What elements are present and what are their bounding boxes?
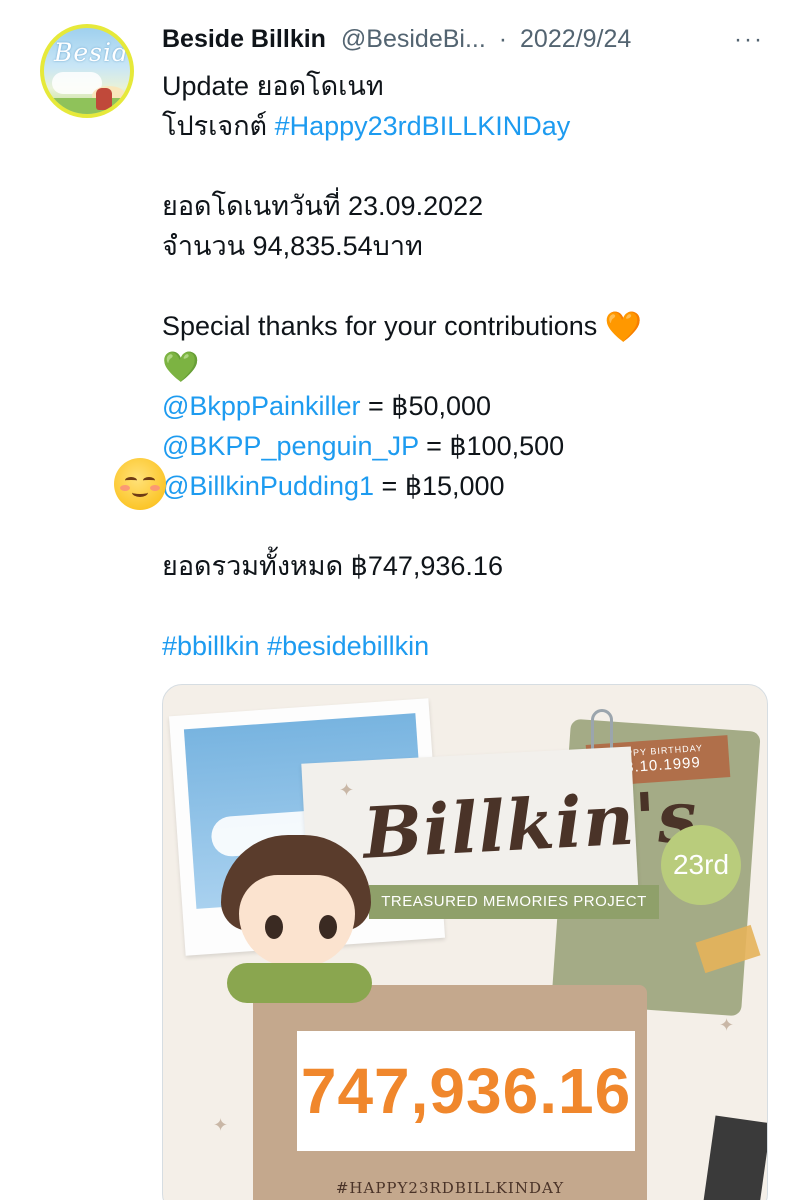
age-tag: 23rd <box>661 825 741 905</box>
mention-link[interactable]: @BillkinPudding1 <box>162 471 374 501</box>
mention-link[interactable]: @BKPP_penguin_JP <box>162 431 419 461</box>
chibi-eye <box>319 915 337 939</box>
smiley-mouth <box>132 488 148 497</box>
avatar-figure <box>96 88 112 110</box>
contribution-amount: = ฿15,000 <box>374 471 505 501</box>
user-handle[interactable]: @BesideBi... <box>341 24 486 54</box>
avatar-logo-text: Beside <box>54 38 130 67</box>
contributor-line: @BKPP_penguin_JP = ฿100,500 <box>162 426 762 466</box>
poster-total-amount: 747,936.16 <box>300 1055 632 1127</box>
hashtag-link-happy23rd[interactable]: #Happy23rdBILLKINDay <box>275 111 571 141</box>
smiley-eye <box>143 477 155 484</box>
more-icon[interactable]: ··· <box>734 26 764 54</box>
chibi-eye <box>265 915 283 939</box>
orange-heart-icon: 🧡 <box>604 309 643 345</box>
film-strip <box>703 1115 767 1200</box>
contributor-line: @BkppPainkiller = ฿50,000 <box>162 386 762 426</box>
sparkle-icon: ✦ <box>719 1015 735 1035</box>
header-separator: · <box>498 25 508 53</box>
tweet-line-thanks: Special thanks for your contributions 🧡 <box>162 306 762 346</box>
tweet-line-total: ยอดรวมทั้งหมด ฿747,936.16 <box>162 551 503 581</box>
avatar-grass <box>44 98 130 114</box>
tweet-line-donation-amount: จำนวน 94,835.54บาท <box>162 231 423 261</box>
smiley-eye <box>125 477 137 484</box>
chibi-face <box>239 875 355 967</box>
sparkle-icon: ✦ <box>339 780 355 800</box>
contribution-amount: = ฿50,000 <box>360 391 492 421</box>
tweet-line-update: Update ยอดโดเนท <box>162 71 384 101</box>
sparkle-icon: ✦ <box>213 1115 229 1135</box>
tweet-line-donation-date: ยอดโดเนทวันที่ 23.09.2022 <box>162 191 484 221</box>
tweet-line-project: โปรเจกต์ #Happy23rdBILLKINDay <box>162 106 762 146</box>
chibi-arms <box>227 963 372 1003</box>
smiley-cheek <box>120 485 130 491</box>
chibi-character <box>217 835 377 1010</box>
poster-hashtag: #HAPPY23RDBILLKINDAY <box>335 1179 565 1197</box>
tweet-date[interactable]: 2022/9/24 <box>520 24 631 54</box>
contribution-amount: = ฿100,500 <box>418 431 565 461</box>
contributor-line: @BillkinPudding1 = ฿15,000 <box>162 466 762 506</box>
tweet-line-green-heart: 💚 <box>162 346 762 386</box>
project-label: โปรเจกต์ <box>162 111 275 141</box>
tweet-text: Update ยอดโดเนท โปรเจกต์ #Happy23rdBILLK… <box>162 66 762 666</box>
tweet-header: Beside Billkin @BesideBi... · 2022/9/24 <box>162 24 802 54</box>
profile-avatar[interactable]: Beside <box>40 24 134 118</box>
smiley-cheek <box>150 485 160 491</box>
thanks-text: Special thanks for your contributions <box>162 311 605 341</box>
poster-title: Billkin's <box>361 774 700 875</box>
tweet-media-image[interactable]: HAPPY BIRTHDAY 08.10.1999 Billkin's TREA… <box>162 684 768 1200</box>
smiling-face-icon <box>114 458 166 510</box>
display-name[interactable]: Beside Billkin <box>162 24 326 54</box>
hashtag-links[interactable]: #bbillkin #besidebillkin <box>162 626 762 666</box>
poster-banner: TREASURED MEMORIES PROJECT <box>369 885 659 919</box>
green-heart-icon: 💚 <box>162 349 200 385</box>
mention-link[interactable]: @BkppPainkiller <box>162 391 361 421</box>
